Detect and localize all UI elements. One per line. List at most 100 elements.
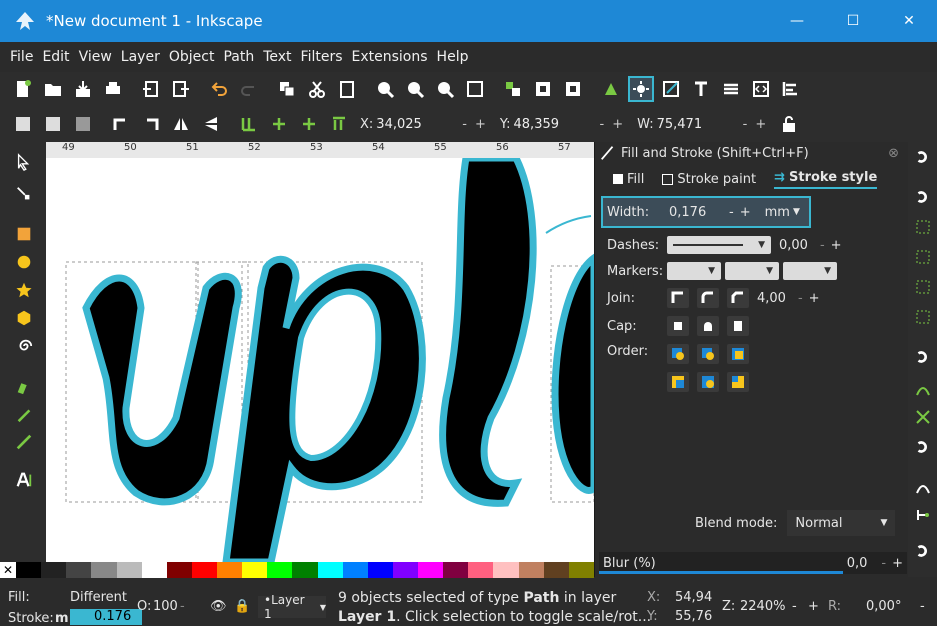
round-cap-icon[interactable] [697,316,719,336]
raise-icon[interactable] [298,113,320,135]
opacity-input[interactable]: 100 [153,599,178,614]
blend-mode-select[interactable]: Normal ▼ [787,510,896,536]
snap-toggle-icon[interactable] [912,146,934,168]
miter-limit-input[interactable]: 4,00 [757,291,786,306]
xml-brackets-icon[interactable] [750,78,772,100]
eye-icon[interactable]: 👁 [210,599,227,614]
ungroup-icon[interactable] [532,78,554,100]
paint-order-stroke-markers-icon[interactable] [727,372,749,392]
layer-select[interactable]: •Layer 1 ▼ [258,593,326,621]
color-swatch[interactable] [493,562,519,578]
menu-file[interactable]: File [10,49,33,65]
color-swatch[interactable] [468,562,494,578]
rotation-decrement[interactable]: - [920,599,925,614]
color-swatch[interactable] [41,562,67,578]
color-swatch[interactable] [242,562,268,578]
snap-midpoints-icon[interactable] [912,504,934,526]
close-button[interactable]: ✕ [881,0,937,42]
width-increment[interactable]: + [740,205,751,220]
calligraphy-tool-icon[interactable] [12,430,36,454]
color-swatch[interactable] [367,562,393,578]
miter-increment[interactable]: + [809,291,820,306]
text-tool-icon[interactable] [12,468,36,492]
x-increment[interactable]: + [475,117,486,132]
zoom-decrement[interactable]: - [792,599,797,614]
zoom-page-icon[interactable] [434,78,456,100]
dashes-decrement[interactable]: - [820,238,825,253]
paint-order-markers-stroke-icon[interactable] [697,372,719,392]
mid-marker-select[interactable]: ▼ [725,262,779,280]
w-decrement[interactable]: - [743,117,748,132]
node-tool-icon[interactable] [12,182,36,206]
menu-filters[interactable]: Filters [301,49,343,65]
color-swatch[interactable] [267,562,293,578]
w-input[interactable]: 75,471 [656,116,735,132]
fill-indicator[interactable]: Different [70,590,127,605]
miter-join-icon[interactable] [667,288,689,308]
color-swatch[interactable] [518,562,544,578]
opacity-decrement[interactable]: - [180,599,185,614]
lock-icon[interactable] [778,113,800,135]
text-font-icon[interactable] [690,78,712,100]
snap-bbox-icon[interactable] [912,186,934,208]
pencil-tool-icon[interactable] [12,402,36,426]
tab-fill[interactable]: Fill [613,172,644,187]
tab-stroke-paint[interactable]: Stroke paint [662,172,756,187]
padlock-icon[interactable]: 🔒 [234,599,250,614]
maximize-button[interactable]: ☐ [825,0,881,42]
color-swatch[interactable] [16,562,42,578]
layers-icon[interactable] [720,78,742,100]
butt-cap-icon[interactable] [667,316,689,336]
menu-help[interactable]: Help [437,49,469,65]
snap-nodes-icon[interactable] [912,346,934,368]
raise-to-top-icon[interactable] [328,113,350,135]
drawing-canvas[interactable] [46,158,594,562]
miter-decrement[interactable]: - [798,291,803,306]
paint-order-markers-fill-icon[interactable] [667,372,689,392]
menu-object[interactable]: Object [169,49,215,65]
dashes-increment[interactable]: + [831,238,842,253]
round-join-icon[interactable] [697,288,719,308]
y-decrement[interactable]: - [600,117,605,132]
menu-text[interactable]: Text [263,49,291,65]
snap-others-icon[interactable] [912,540,934,562]
paint-order-fill-markers-icon[interactable] [727,344,749,364]
x-input[interactable]: 34,025 [376,116,455,132]
color-swatch[interactable] [317,562,343,578]
x-decrement[interactable]: - [462,117,467,132]
rotation-input[interactable]: 0,00° [866,599,901,614]
group-icon[interactable] [502,78,524,100]
menu-path[interactable]: Path [223,49,254,65]
pen-tool-icon[interactable] [12,374,36,398]
dashes-select[interactable]: ▼ [667,236,771,254]
duplicate-icon[interactable] [276,78,298,100]
export-icon[interactable] [170,78,192,100]
rectangle-tool-icon[interactable] [12,222,36,246]
rotate-cw-icon[interactable] [140,113,162,135]
star-tool-icon[interactable] [12,278,36,302]
select-all-icon[interactable] [12,113,34,135]
lower-icon[interactable] [268,113,290,135]
menu-extensions[interactable]: Extensions [352,49,428,65]
align-distribute-icon[interactable] [628,76,654,102]
align-icon[interactable] [780,78,802,100]
object-properties-icon[interactable] [562,78,584,100]
spiral-tool-icon[interactable] [12,334,36,358]
undo-icon[interactable] [208,78,230,100]
snap-paths-icon[interactable] [912,378,934,400]
snap-smooth-nodes-icon[interactable] [912,476,934,498]
color-swatch[interactable] [342,562,368,578]
color-swatch[interactable] [443,562,469,578]
no-paint-swatch[interactable]: ✕ [0,562,16,578]
zoom-drawing-icon[interactable] [404,78,426,100]
menu-layer[interactable]: Layer [121,49,160,65]
minimize-button[interactable]: — [769,0,825,42]
zoom-page-width-icon[interactable] [464,78,486,100]
color-swatch[interactable] [116,562,142,578]
save-icon[interactable] [72,78,94,100]
blur-increment[interactable]: + [892,556,903,571]
3d-box-tool-icon[interactable] [12,306,36,330]
color-swatch[interactable] [217,562,243,578]
color-swatch[interactable] [418,562,444,578]
flip-vertical-icon[interactable] [200,113,222,135]
